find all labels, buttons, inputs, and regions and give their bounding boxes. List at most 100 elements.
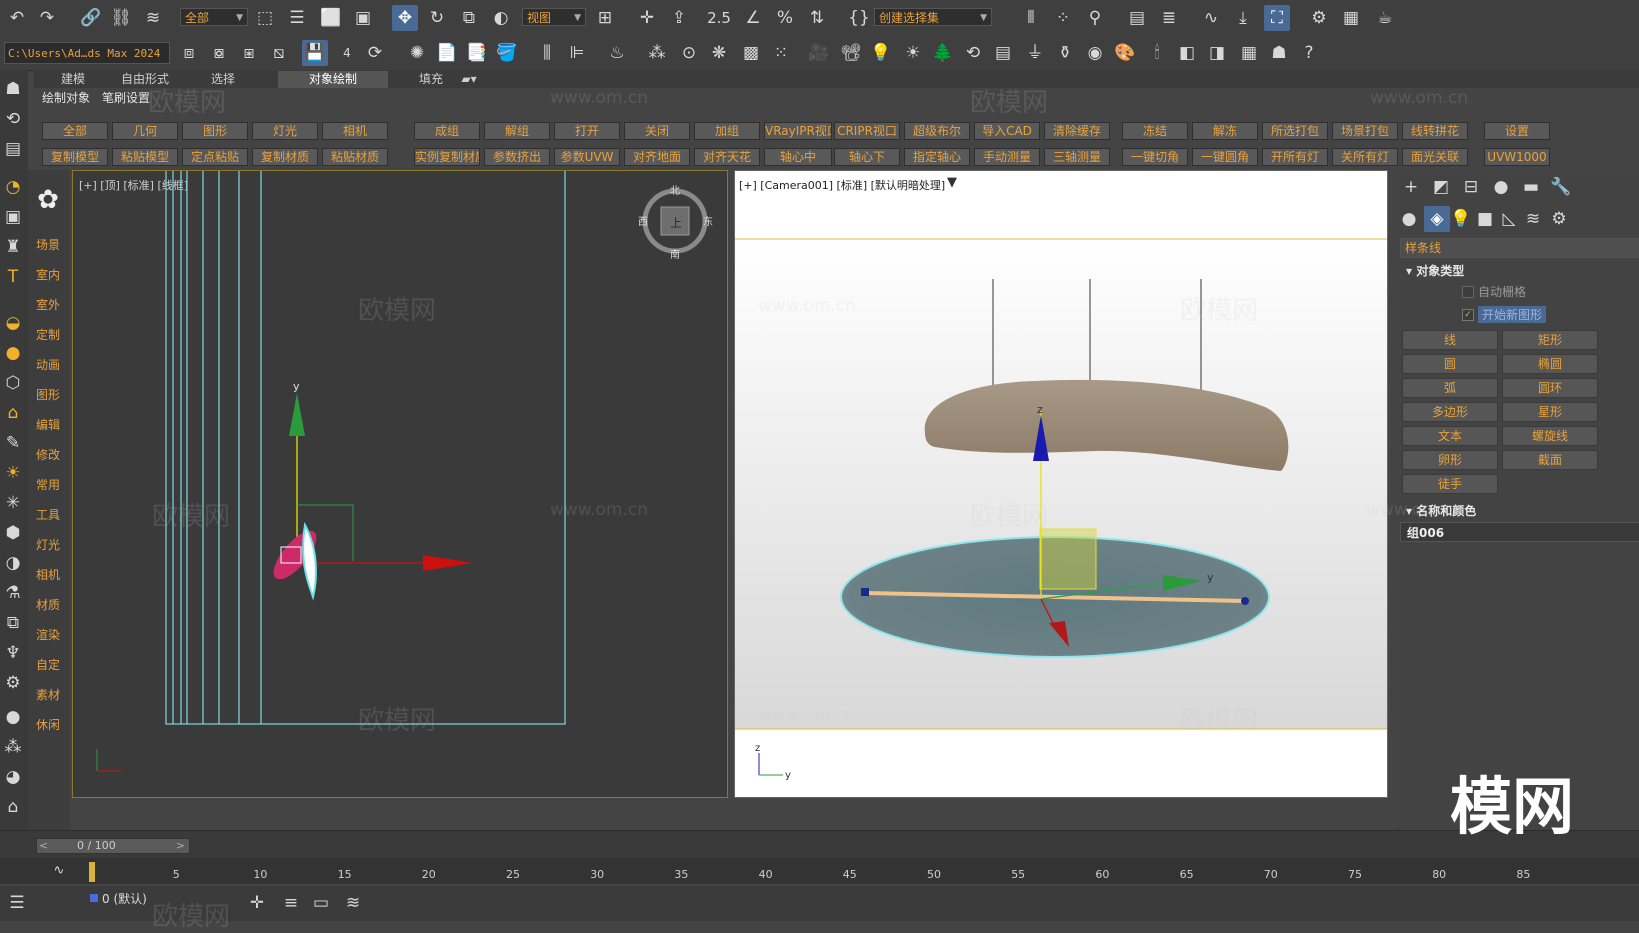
container-inherit-icon[interactable]: ⧅ xyxy=(266,40,292,66)
quick-button[interactable]: 面光关联 xyxy=(1402,148,1468,166)
quick-button[interactable]: 冻结 xyxy=(1122,122,1188,140)
shapes-icon[interactable]: ◈ xyxy=(1424,206,1450,232)
quick-button[interactable]: 解冻 xyxy=(1192,122,1258,140)
rollout-object-type[interactable]: ▾ 对象类型 xyxy=(1406,262,1464,279)
numbered-badge-icon[interactable]: 4 xyxy=(334,40,360,66)
bell-icon[interactable]: ⏚ xyxy=(1022,40,1048,66)
shape-type-button[interactable]: 截面 xyxy=(1502,450,1598,470)
quick-button[interactable]: 相机 xyxy=(322,122,388,140)
bucket-icon[interactable]: 🪣 xyxy=(494,40,520,66)
scatter-icon[interactable]: ⁂ xyxy=(644,40,670,66)
rod-endpoint[interactable] xyxy=(861,588,869,596)
quick-button[interactable]: 粘贴材质 xyxy=(322,148,388,166)
quick-button[interactable]: 全部 xyxy=(42,122,108,140)
quick-button[interactable]: 成组 xyxy=(414,122,480,140)
plugin-category-item[interactable]: 场景 xyxy=(36,236,60,253)
tab-populate[interactable]: 填充 xyxy=(406,71,456,88)
named-selection-set-dropdown[interactable]: 创建选择集 ▼ xyxy=(874,8,992,26)
hierarchy-tab-icon[interactable]: ⊟ xyxy=(1458,174,1484,200)
tool-m-icon[interactable]: ◑ xyxy=(0,550,26,576)
image-edit-icon[interactable]: ▩ xyxy=(738,40,764,66)
panel-icon[interactable]: ◨ xyxy=(1204,40,1230,66)
selected-lamp-topview[interactable] xyxy=(267,521,324,601)
plugin-category-item[interactable]: 灯光 xyxy=(36,536,60,553)
reference-coord-dropdown[interactable]: 视图 ▼ xyxy=(522,8,586,26)
shape-type-button[interactable]: 圆环 xyxy=(1502,378,1598,398)
shape-type-button[interactable]: 卵形 xyxy=(1402,450,1498,470)
time-slider[interactable]: < 0 / 100 > xyxy=(36,838,190,854)
doc-icon[interactable]: 📄 xyxy=(434,40,460,66)
refresh-icon[interactable]: ⟲ xyxy=(0,106,26,132)
next-frame-icon[interactable]: > xyxy=(176,839,185,852)
mirror-vertical-icon[interactable]: ⫼ xyxy=(534,40,560,66)
dots-icon[interactable]: ⁂ xyxy=(0,734,26,760)
shape-type-button[interactable]: 多边形 xyxy=(1402,402,1498,422)
doc-settings-icon[interactable]: 📑 xyxy=(464,40,490,66)
gizmo-plane-highlight[interactable] xyxy=(1039,528,1097,590)
tool-p-icon[interactable]: ♆ xyxy=(0,640,26,666)
quick-button[interactable]: 轴心中 xyxy=(764,148,832,166)
layers-icon[interactable]: ≡ xyxy=(278,890,304,916)
gizmo-x-arrow[interactable] xyxy=(423,555,473,571)
layer-icon[interactable]: ≣ xyxy=(1156,5,1182,31)
light-bulb-icon[interactable]: 💡 xyxy=(868,40,894,66)
quick-button[interactable]: UVW1000 xyxy=(1484,148,1550,166)
move-icon[interactable]: ✥ xyxy=(392,5,418,31)
quick-button[interactable]: 超级布尔 xyxy=(904,122,970,140)
quick-button[interactable]: 设置 xyxy=(1484,122,1550,140)
plugin-category-item[interactable]: 室外 xyxy=(36,296,60,313)
rollout-name-color[interactable]: ▾ 名称和颜色 xyxy=(1406,502,1476,519)
tool-b-icon[interactable]: ▣ xyxy=(0,204,26,230)
plugin-category-item[interactable]: 定制 xyxy=(36,326,60,343)
sphere-icon[interactable]: ● xyxy=(0,704,26,730)
rod-endpoint[interactable] xyxy=(1241,597,1249,605)
tool-h-icon[interactable]: ⌂ xyxy=(0,400,26,426)
curve-editor-icon[interactable]: ∿ xyxy=(1198,5,1224,31)
quick-button[interactable]: 手动测量 xyxy=(974,148,1040,166)
add-layer-icon[interactable]: ✛ xyxy=(244,890,270,916)
quick-button[interactable]: VRayIPR视口 xyxy=(764,122,832,140)
schematic-icon[interactable]: ⛶ xyxy=(1264,5,1290,31)
plugin-category-item[interactable]: 室内 xyxy=(36,266,60,283)
tool-l-icon[interactable]: ⬢ xyxy=(0,520,26,546)
tab-selection[interactable]: 选择 xyxy=(198,71,248,88)
link-icon[interactable]: 🔗 xyxy=(78,5,104,31)
quick-button[interactable]: 场景打包 xyxy=(1332,122,1398,140)
tab-modeling[interactable]: 建模 xyxy=(48,71,98,88)
redo-icon[interactable]: ↷ xyxy=(34,5,60,31)
container-close-icon[interactable]: ⧆ xyxy=(236,40,262,66)
category-dropdown[interactable]: 样条线 xyxy=(1400,238,1639,258)
list-icon[interactable]: ▤ xyxy=(990,40,1016,66)
quick-button[interactable]: 灯光 xyxy=(252,122,318,140)
save-icon[interactable]: 💾 xyxy=(302,40,328,66)
quick-button[interactable]: 清除缓存 xyxy=(1044,122,1110,140)
shape-type-button[interactable]: 文本 xyxy=(1402,426,1498,446)
tool-f-icon[interactable]: ● xyxy=(0,340,26,366)
aperture-icon[interactable]: ✺ xyxy=(404,40,430,66)
quick-button[interactable]: 导入CAD xyxy=(974,122,1040,140)
tool-d-icon[interactable]: T xyxy=(0,264,26,290)
quick-button[interactable]: 开所有灯 xyxy=(1262,148,1328,166)
tool-j-icon[interactable]: ☀ xyxy=(0,460,26,486)
subtab-brush-settings[interactable]: 笔刷设置 xyxy=(102,89,150,107)
quick-button[interactable]: CRIPR视口 xyxy=(834,122,900,140)
quick-button[interactable]: 加组 xyxy=(694,122,760,140)
helpers-icon[interactable]: ◺ xyxy=(1496,206,1522,232)
select-manipulate-toggle-icon[interactable]: ✛ xyxy=(634,5,660,31)
shape-type-button[interactable]: 矩形 xyxy=(1502,330,1598,350)
quick-button[interactable]: 对齐地面 xyxy=(624,148,690,166)
pivot-icon[interactable]: ⊞ xyxy=(592,5,618,31)
quick-button[interactable]: 复制材质 xyxy=(252,148,318,166)
quick-button[interactable]: 粘贴模型 xyxy=(112,148,178,166)
ribbon-options-icon[interactable]: ▰▾ xyxy=(454,71,484,88)
shape-type-button[interactable]: 椭圆 xyxy=(1502,354,1598,374)
shape-type-button[interactable]: 星形 xyxy=(1502,402,1598,422)
gizmo-y-arrow[interactable] xyxy=(289,393,305,436)
shape-type-button[interactable]: 徒手 xyxy=(1402,474,1498,494)
quick-button[interactable]: 一键圆角 xyxy=(1192,148,1258,166)
create-tab-icon[interactable]: + xyxy=(1398,174,1424,200)
select-object-icon[interactable]: ⬚ xyxy=(252,5,278,31)
quick-button[interactable]: 关闭 xyxy=(624,122,690,140)
tab-freeform[interactable]: 自由形式 xyxy=(110,71,180,88)
quick-button[interactable]: 图形 xyxy=(182,122,248,140)
